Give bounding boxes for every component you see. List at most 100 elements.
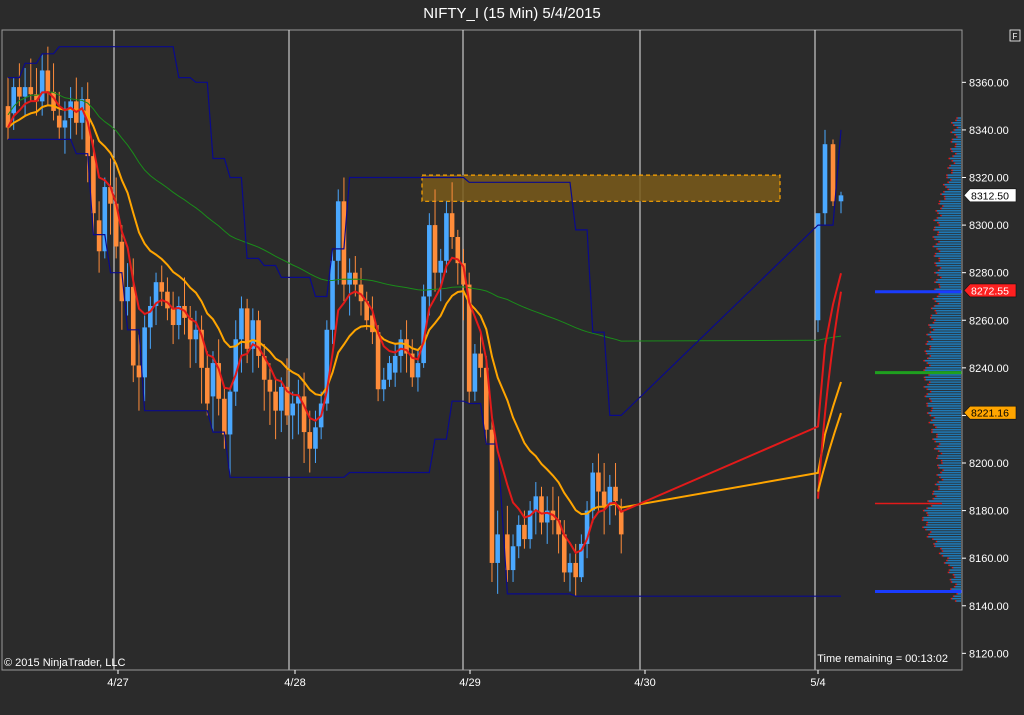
candle-body[interactable] <box>136 365 142 378</box>
candle-body[interactable] <box>478 353 483 368</box>
candle-body[interactable] <box>449 213 455 237</box>
volume-profile-edge <box>933 448 936 450</box>
candle-body[interactable] <box>567 562 573 573</box>
candle-body[interactable] <box>159 282 165 292</box>
volume-profile-edge <box>934 310 937 312</box>
candle-body[interactable] <box>533 496 539 511</box>
candle-body[interactable] <box>130 286 136 366</box>
candle-body[interactable] <box>165 291 170 309</box>
volume-profile-edge <box>931 431 933 433</box>
candle-body[interactable] <box>618 510 624 535</box>
candle-body[interactable] <box>601 491 607 506</box>
candle-body[interactable] <box>427 225 432 297</box>
volume-profile-edge <box>926 333 928 336</box>
candle-body[interactable] <box>210 363 216 397</box>
volume-profile-edge <box>956 117 958 119</box>
candle-body[interactable] <box>613 486 618 502</box>
candle-body[interactable] <box>444 213 449 261</box>
volume-profile-edge <box>943 562 946 564</box>
candle-body[interactable] <box>387 363 392 380</box>
volume-profile-edge <box>930 400 932 402</box>
volume-profile-edge <box>938 486 940 488</box>
candle-body[interactable] <box>267 379 273 392</box>
candle-body[interactable] <box>398 339 404 356</box>
candle-body[interactable] <box>522 524 527 540</box>
x-tick-label: 5/4 <box>810 677 825 689</box>
volume-profile-edge <box>926 340 929 343</box>
volume-profile-edge <box>931 538 934 540</box>
volume-profile-edge <box>949 578 952 581</box>
volume-profile-edge <box>940 193 942 195</box>
candle-body[interactable] <box>193 329 199 340</box>
volume-profile-edge <box>952 574 955 576</box>
candle-body[interactable] <box>22 87 28 97</box>
candle-body[interactable] <box>438 260 444 273</box>
candle-body[interactable] <box>495 534 500 563</box>
candle-body[interactable] <box>815 213 821 321</box>
x-tick-label: 4/29 <box>459 677 480 689</box>
candle-body[interactable] <box>415 363 421 378</box>
candle-body[interactable] <box>539 496 544 523</box>
candle-body[interactable] <box>142 327 147 378</box>
candle-body[interactable] <box>596 472 601 492</box>
candle-body[interactable] <box>278 386 284 411</box>
candle-body[interactable] <box>307 432 313 449</box>
volume-profile-edge <box>943 191 945 193</box>
volume-profile-edge <box>956 126 959 129</box>
candle-body[interactable] <box>573 562 578 578</box>
volume-profile-edge <box>925 528 927 531</box>
volume-profile-edge <box>938 283 940 286</box>
volume-profile-edge <box>950 141 953 143</box>
candle-body[interactable] <box>222 398 227 435</box>
candle-body[interactable] <box>56 115 62 128</box>
volume-profile-edge <box>931 338 933 340</box>
volume-profile-edge <box>937 269 940 271</box>
volume-profile-edge <box>942 183 945 186</box>
volume-profile-edge <box>956 593 958 595</box>
volume-profile-edge <box>947 167 949 169</box>
volume-profile-edge <box>936 248 938 250</box>
candle-body[interactable] <box>62 120 68 128</box>
volume-profile-edge <box>933 229 935 231</box>
candle-body[interactable] <box>45 70 51 92</box>
candle-body[interactable] <box>17 87 22 97</box>
candle-body[interactable] <box>347 272 352 285</box>
candle-body[interactable] <box>335 201 341 261</box>
volume-profile-edge <box>935 495 937 498</box>
candle-body[interactable] <box>516 524 522 547</box>
candle-body[interactable] <box>489 429 495 563</box>
candle-body[interactable] <box>239 308 244 340</box>
candle-body[interactable] <box>472 353 478 392</box>
volume-profile-edge <box>929 414 932 417</box>
chart[interactable]: 8120.008140.008160.008180.008200.008220.… <box>0 0 1024 715</box>
volume-profile-edge <box>942 205 944 207</box>
volume-profile-edge <box>926 405 929 407</box>
candle-body[interactable] <box>432 225 438 273</box>
candle-body[interactable] <box>290 403 295 416</box>
candle-body[interactable] <box>590 472 596 511</box>
candle-body[interactable] <box>392 355 398 373</box>
candle-body[interactable] <box>227 391 233 435</box>
candle-body[interactable] <box>510 546 516 571</box>
candle-body[interactable] <box>28 87 34 95</box>
candle-body[interactable] <box>561 534 567 573</box>
volume-profile-edge <box>937 212 939 214</box>
volume-profile-edge <box>928 381 931 383</box>
candle-body[interactable] <box>273 391 278 411</box>
candle-body[interactable] <box>96 220 102 252</box>
candle-body[interactable] <box>381 379 387 390</box>
candle-body[interactable] <box>822 144 828 214</box>
candle-body[interactable] <box>170 308 176 326</box>
candle-body[interactable] <box>375 332 381 390</box>
candle-body[interactable] <box>125 286 130 302</box>
volume-profile-edge <box>951 172 953 174</box>
volume-profile-edge <box>938 293 941 295</box>
volume-profile-edge <box>952 155 954 157</box>
candle-body[interactable] <box>330 260 335 330</box>
candle-body[interactable] <box>313 427 318 449</box>
volume-profile-edge <box>940 214 942 217</box>
candle-body[interactable] <box>838 195 844 202</box>
candle-body[interactable] <box>830 144 836 202</box>
candle-body[interactable] <box>204 367 210 404</box>
candle-body[interactable] <box>187 317 193 340</box>
